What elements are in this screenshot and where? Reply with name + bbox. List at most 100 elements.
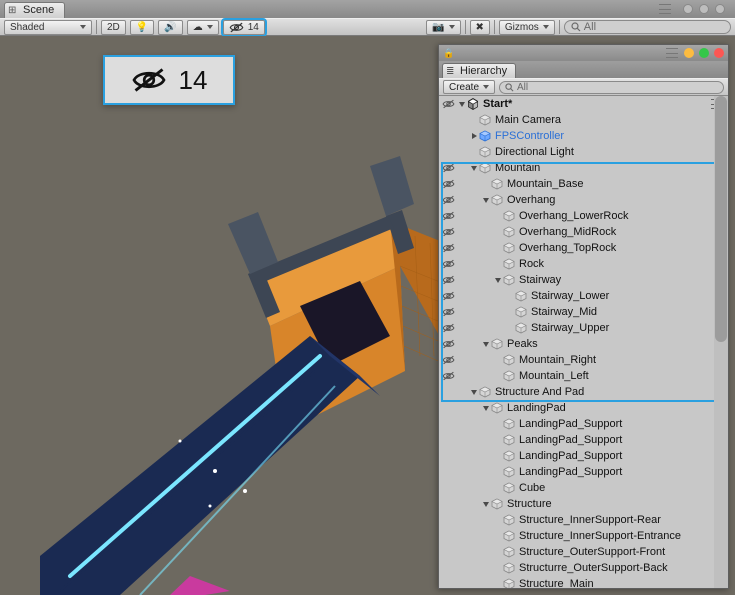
hierarchy-item[interactable]: Overhang_MidRock: [439, 224, 728, 240]
visibility-toggle[interactable]: [439, 336, 457, 352]
window-dot[interactable]: [683, 4, 693, 14]
hierarchy-item[interactable]: Structure And Pad: [439, 384, 728, 400]
hierarchy-item[interactable]: Stairway_Mid: [439, 304, 728, 320]
hierarchy-item[interactable]: Structure_InnerSupport-Entrance: [439, 528, 728, 544]
hierarchy-item[interactable]: Peaks: [439, 336, 728, 352]
visibility-toggle[interactable]: [439, 160, 457, 176]
visibility-toggle[interactable]: [439, 176, 457, 192]
panel-close[interactable]: [714, 48, 724, 58]
visibility-toggle[interactable]: [439, 96, 457, 112]
panel-titlebar[interactable]: 🔒: [439, 45, 728, 61]
hierarchy-search[interactable]: All: [499, 81, 724, 94]
foldout-toggle[interactable]: [469, 387, 479, 397]
panel-minimize[interactable]: [684, 48, 694, 58]
2d-toggle[interactable]: 2D: [101, 20, 126, 35]
visibility-toggle[interactable]: [439, 464, 457, 480]
hierarchy-tree[interactable]: Start* Main CameraFPSController›Directio…: [439, 96, 728, 588]
visibility-toggle[interactable]: [439, 496, 457, 512]
camera-settings[interactable]: 📷: [426, 20, 460, 35]
create-dropdown[interactable]: Create: [443, 80, 495, 94]
hierarchy-item[interactable]: FPSController›: [439, 128, 728, 144]
scene-tab[interactable]: ⊞ Scene: [4, 2, 65, 18]
visibility-toggle[interactable]: [439, 288, 457, 304]
hierarchy-item[interactable]: Rock: [439, 256, 728, 272]
scene-search[interactable]: All: [564, 20, 731, 34]
hierarchy-item[interactable]: Cube: [439, 480, 728, 496]
foldout-toggle[interactable]: [457, 99, 467, 109]
hierarchy-item[interactable]: LandingPad: [439, 400, 728, 416]
hierarchy-item[interactable]: LandingPad_Support: [439, 448, 728, 464]
hierarchy-item[interactable]: Stairway_Upper: [439, 320, 728, 336]
tools-button[interactable]: ✖: [470, 20, 490, 35]
hierarchy-item[interactable]: Structurre_OuterSupport-Back: [439, 560, 728, 576]
visibility-toggle[interactable]: [439, 128, 457, 144]
visibility-toggle[interactable]: [439, 352, 457, 368]
visibility-toggle[interactable]: [439, 416, 457, 432]
visibility-toggle[interactable]: [439, 448, 457, 464]
visibility-toggle[interactable]: [439, 304, 457, 320]
hierarchy-item[interactable]: Structure_Main: [439, 576, 728, 588]
visibility-toggle[interactable]: [439, 400, 457, 416]
visibility-toggle[interactable]: [439, 224, 457, 240]
visibility-toggle[interactable]: [439, 368, 457, 384]
foldout-toggle[interactable]: [481, 339, 491, 349]
hierarchy-item[interactable]: Structure_InnerSupport-Rear: [439, 512, 728, 528]
visibility-toggle[interactable]: [439, 272, 457, 288]
fx-dropdown[interactable]: ☁: [187, 20, 219, 35]
lighting-toggle[interactable]: 💡: [130, 20, 154, 35]
visibility-toggle[interactable]: [439, 560, 457, 576]
visibility-toggle[interactable]: [439, 112, 457, 128]
hierarchy-item[interactable]: Stairway_Lower: [439, 288, 728, 304]
hierarchy-item[interactable]: Overhang: [439, 192, 728, 208]
item-label: Structure_Main: [518, 578, 594, 588]
visibility-toggle[interactable]: [439, 480, 457, 496]
foldout-toggle[interactable]: [481, 195, 491, 205]
scene-row[interactable]: Start*: [439, 96, 728, 112]
hierarchy-item[interactable]: Overhang_LowerRock: [439, 208, 728, 224]
hierarchy-tab[interactable]: ≣ Hierarchy: [442, 63, 516, 78]
item-label: Structure_OuterSupport-Front: [518, 546, 665, 558]
hierarchy-item[interactable]: LandingPad_Support: [439, 464, 728, 480]
visibility-toggle[interactable]: [439, 384, 457, 400]
visibility-toggle[interactable]: [439, 576, 457, 588]
visibility-toggle[interactable]: [439, 256, 457, 272]
foldout-toggle[interactable]: [469, 163, 479, 173]
foldout-toggle[interactable]: [469, 131, 479, 141]
hierarchy-item[interactable]: Main Camera: [439, 112, 728, 128]
hierarchy-item[interactable]: Mountain_Base: [439, 176, 728, 192]
scrollbar[interactable]: [714, 96, 728, 588]
window-dot[interactable]: [715, 4, 725, 14]
hierarchy-item[interactable]: Mountain: [439, 160, 728, 176]
hierarchy-item[interactable]: Structure: [439, 496, 728, 512]
foldout-toggle[interactable]: [493, 275, 503, 285]
visibility-toggle[interactable]: [439, 544, 457, 560]
window-dot[interactable]: [699, 4, 709, 14]
hierarchy-item[interactable]: Overhang_TopRock: [439, 240, 728, 256]
hierarchy-item[interactable]: Mountain_Left: [439, 368, 728, 384]
scrollbar-thumb[interactable]: [715, 96, 727, 342]
foldout-toggle[interactable]: [481, 499, 491, 509]
audio-toggle[interactable]: 🔊: [158, 20, 182, 35]
foldout-toggle[interactable]: [481, 403, 491, 413]
visibility-toggle[interactable]: [439, 528, 457, 544]
visibility-toggle[interactable]: [439, 208, 457, 224]
hierarchy-item[interactable]: LandingPad_Support: [439, 432, 728, 448]
visibility-toggle[interactable]: [439, 320, 457, 336]
hierarchy-item[interactable]: Structure_OuterSupport-Front: [439, 544, 728, 560]
visibility-toggle[interactable]: [439, 512, 457, 528]
gizmos-dropdown[interactable]: Gizmos: [499, 20, 555, 35]
panel-menu-icon[interactable]: [666, 48, 678, 58]
hierarchy-item[interactable]: Mountain_Right: [439, 352, 728, 368]
visibility-toggle[interactable]: [439, 240, 457, 256]
hidden-objects-toggle[interactable]: 14: [223, 20, 265, 35]
panel-maximize[interactable]: [699, 48, 709, 58]
visibility-toggle[interactable]: [439, 432, 457, 448]
hierarchy-item[interactable]: LandingPad_Support: [439, 416, 728, 432]
visibility-toggle[interactable]: [439, 192, 457, 208]
hierarchy-item[interactable]: Stairway: [439, 272, 728, 288]
hierarchy-item[interactable]: Directional Light: [439, 144, 728, 160]
lock-icon[interactable]: 🔒: [443, 48, 454, 59]
tab-menu-icon[interactable]: [659, 4, 671, 14]
visibility-toggle[interactable]: [439, 144, 457, 160]
shading-mode-dropdown[interactable]: Shaded: [4, 20, 92, 35]
